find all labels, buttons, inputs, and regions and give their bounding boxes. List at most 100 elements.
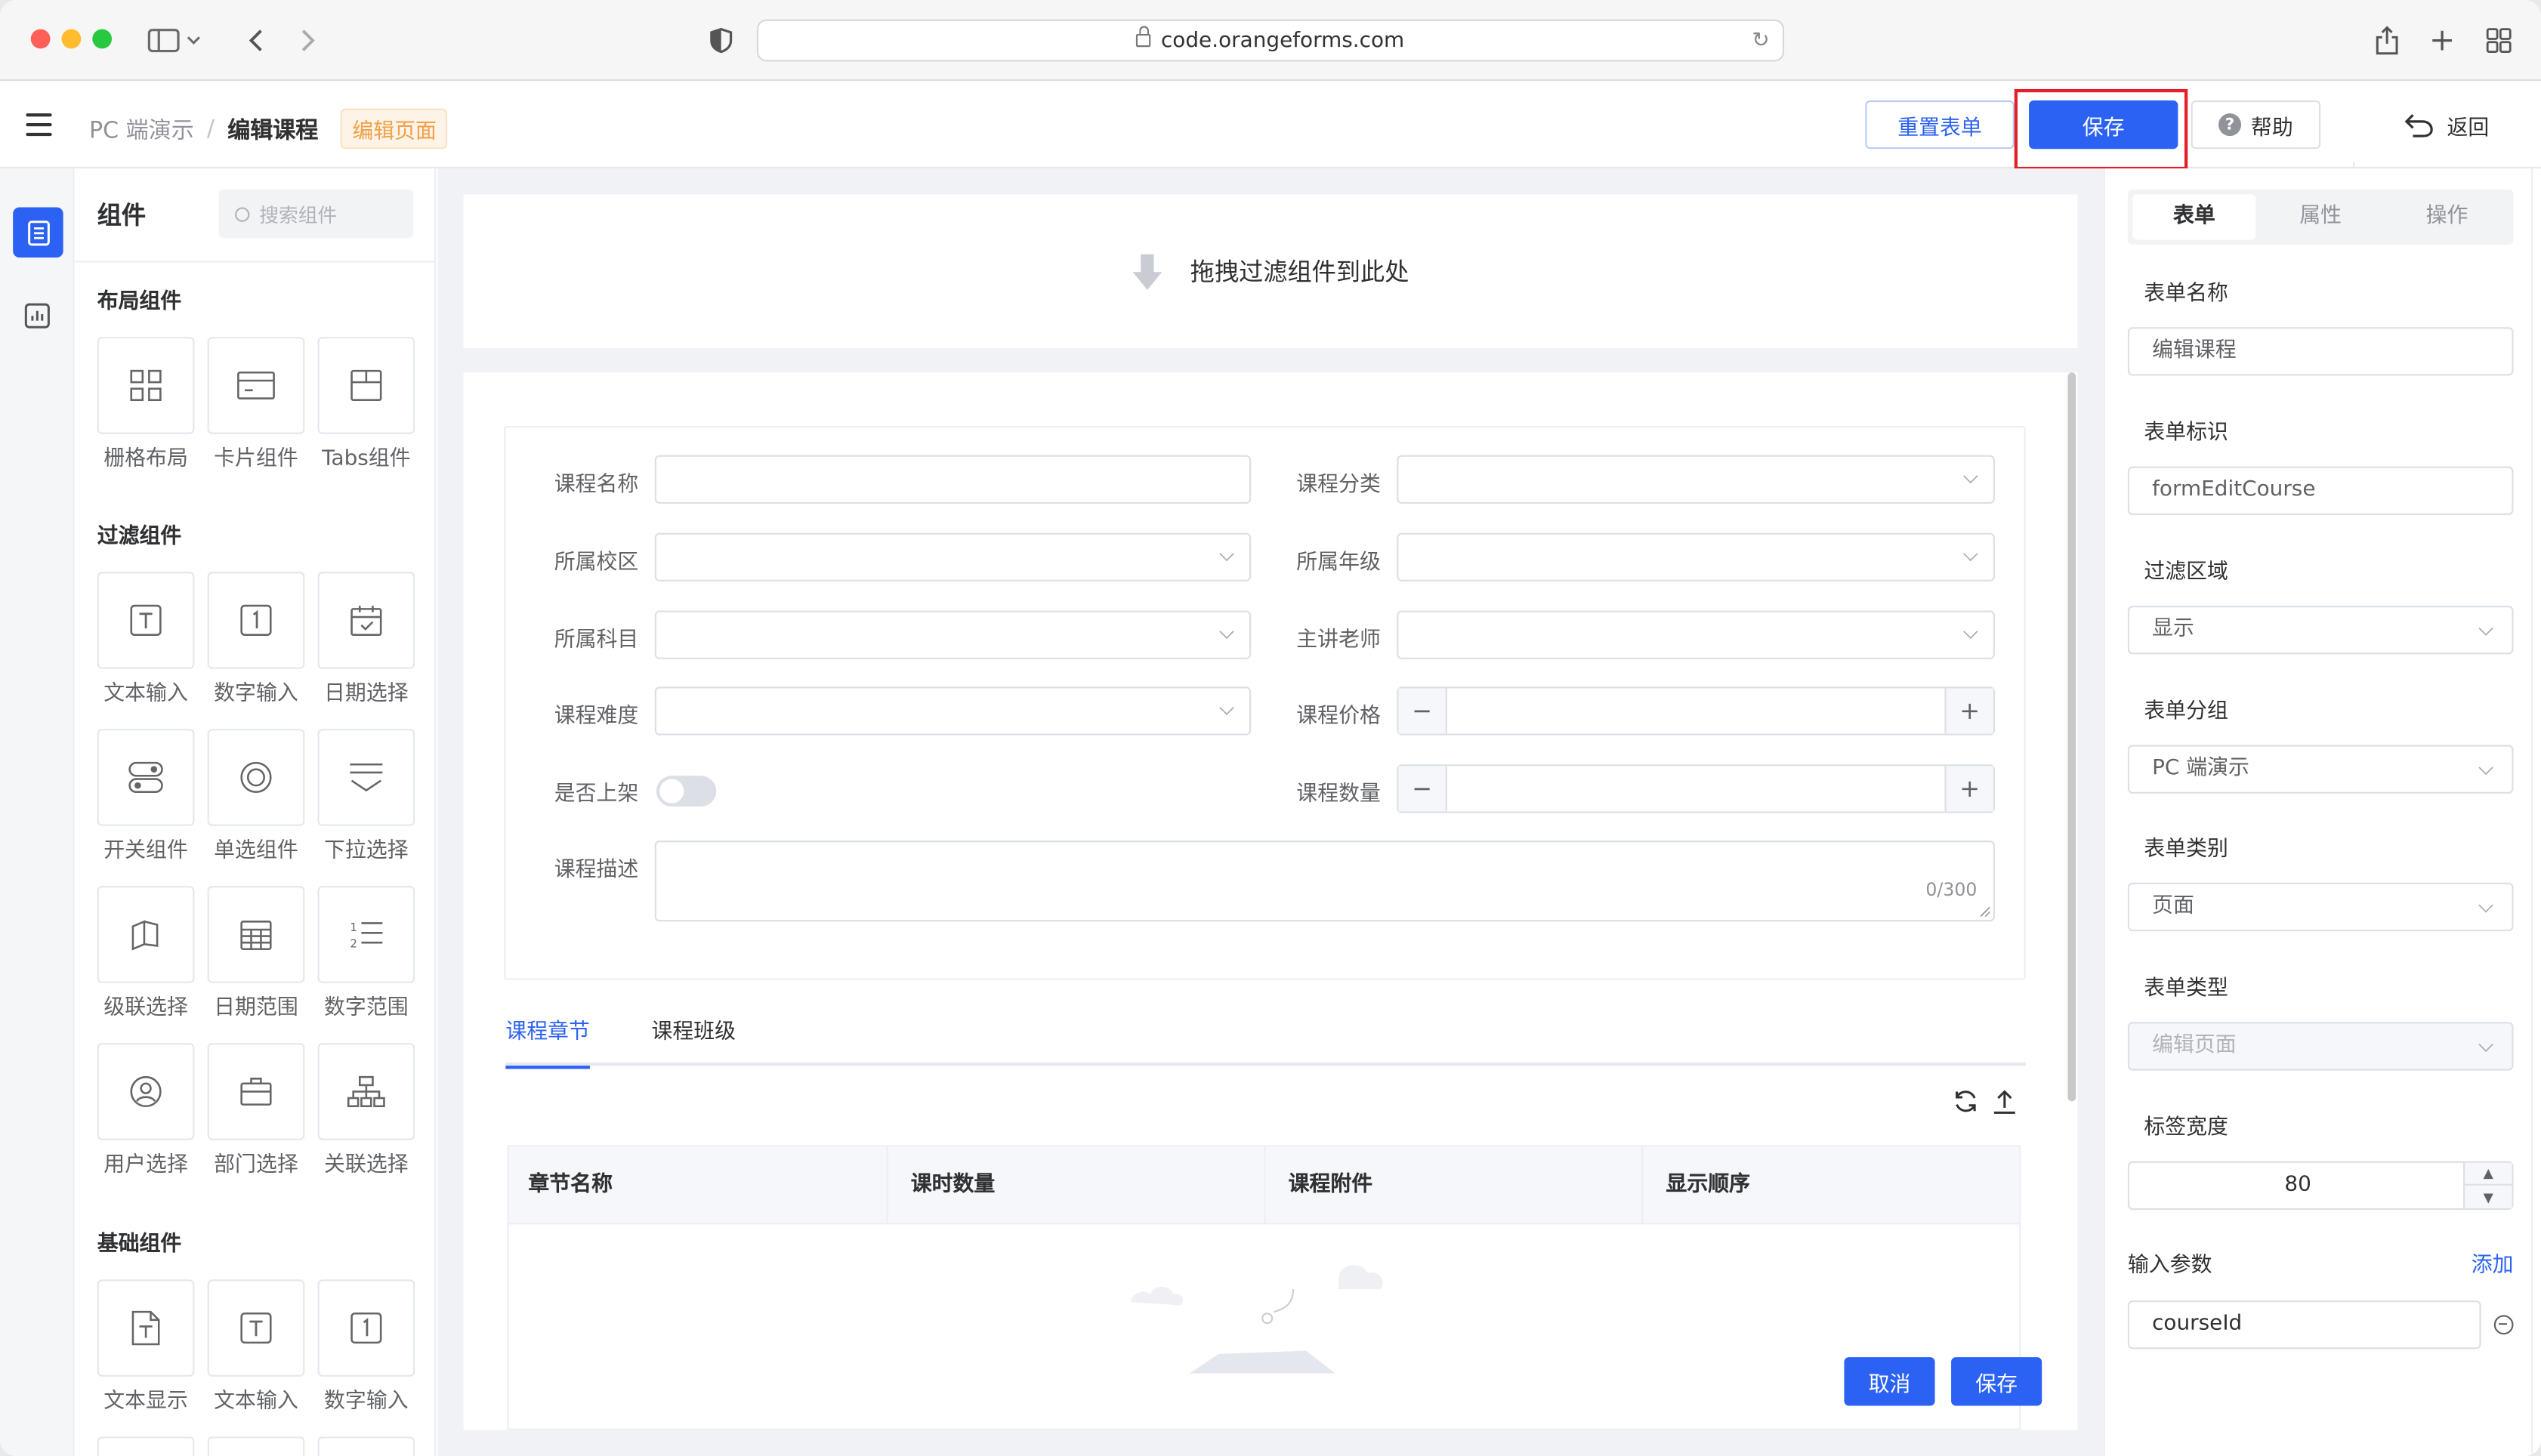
on-shelf-switch[interactable] bbox=[656, 776, 717, 807]
course-category-select[interactable] bbox=[1397, 455, 1995, 504]
cascader-tile[interactable] bbox=[97, 886, 195, 983]
radio-tile[interactable] bbox=[207, 729, 305, 826]
resize-handle-icon[interactable] bbox=[1980, 906, 1990, 917]
label-width-stepper[interactable]: 80 ▲ ▼ bbox=[2127, 1161, 2514, 1211]
form-name-input[interactable]: 编辑课程 bbox=[2127, 327, 2514, 376]
department-select-tile[interactable] bbox=[207, 1043, 305, 1140]
upload-icon[interactable] bbox=[1992, 1088, 2018, 1121]
remove-param-icon[interactable] bbox=[2493, 1315, 2514, 1335]
partial-tile[interactable] bbox=[207, 1436, 305, 1456]
quantity-stepper[interactable]: − + bbox=[1397, 764, 1995, 813]
partial-tile[interactable] bbox=[317, 1436, 415, 1456]
campus-select[interactable] bbox=[654, 532, 1252, 581]
course-name-input[interactable] bbox=[654, 455, 1252, 504]
form-designer-icon[interactable] bbox=[13, 207, 63, 258]
grid-layout-tile[interactable] bbox=[97, 337, 195, 434]
number-range-tile[interactable]: 12 bbox=[317, 886, 415, 983]
canvas-scrollbar[interactable] bbox=[2067, 372, 2076, 1102]
increment-icon[interactable]: ▲ bbox=[2463, 1162, 2512, 1186]
refresh-icon[interactable] bbox=[1953, 1088, 1978, 1121]
column-header[interactable]: 课程附件 bbox=[1266, 1146, 1644, 1225]
back-button[interactable]: 返回 bbox=[2382, 100, 2512, 149]
tile-label: 日期选择 bbox=[324, 681, 409, 707]
tile-label: 用户选择 bbox=[103, 1152, 188, 1178]
form-category-select[interactable]: 页面 bbox=[2127, 882, 2514, 932]
menu-icon[interactable] bbox=[26, 113, 52, 137]
number-input-tile[interactable] bbox=[207, 572, 305, 669]
plus-icon[interactable]: + bbox=[1944, 688, 1993, 734]
switch-tile[interactable] bbox=[97, 729, 195, 826]
minus-icon[interactable]: − bbox=[1398, 688, 1447, 734]
relation-select-tile[interactable] bbox=[317, 1043, 415, 1140]
date-picker-tile[interactable] bbox=[317, 572, 415, 669]
grade-select[interactable] bbox=[1397, 532, 1995, 581]
price-stepper[interactable]: − + bbox=[1397, 686, 1995, 736]
field-label-grade: 所属年级 bbox=[1296, 551, 1381, 575]
form-type-value: 编辑页面 bbox=[2152, 1033, 2237, 1058]
component-search-input[interactable]: 搜索组件 bbox=[218, 189, 414, 239]
tab-course-classes[interactable]: 课程班级 bbox=[651, 1017, 736, 1066]
maximize-window-icon[interactable] bbox=[92, 29, 113, 49]
number-input-basic-tile[interactable] bbox=[317, 1279, 415, 1377]
column-header[interactable]: 显示顺序 bbox=[1643, 1146, 2021, 1224]
chevron-down-icon bbox=[1963, 468, 1978, 484]
field-label-course-name: 课程名称 bbox=[554, 473, 639, 498]
difficulty-select[interactable] bbox=[654, 686, 1252, 736]
form-group-value: PC 端演示 bbox=[2152, 756, 2249, 781]
address-bar[interactable]: code.orangeforms.com ↻ bbox=[756, 19, 1785, 62]
department-icon bbox=[240, 1078, 272, 1106]
decrement-icon[interactable]: ▼ bbox=[2463, 1185, 2512, 1208]
tab-actions[interactable]: 操作 bbox=[2385, 194, 2509, 239]
form-group-select[interactable]: PC 端演示 bbox=[2127, 745, 2514, 794]
lock-icon bbox=[1136, 26, 1152, 48]
help-button[interactable]: ? 帮助 bbox=[2191, 100, 2321, 150]
tab-overview-icon[interactable] bbox=[2479, 21, 2518, 60]
tab-attributes[interactable]: 属性 bbox=[2259, 194, 2382, 239]
chart-designer-icon[interactable] bbox=[20, 298, 55, 334]
shield-icon[interactable] bbox=[702, 21, 740, 60]
minus-icon[interactable]: − bbox=[1398, 766, 1447, 812]
plus-icon[interactable]: + bbox=[1944, 766, 1993, 812]
forward-nav-icon[interactable] bbox=[289, 21, 327, 60]
breadcrumb-root[interactable]: PC 端演示 bbox=[89, 113, 194, 145]
form-group-label: 表单分组 bbox=[2144, 699, 2228, 724]
close-window-icon[interactable] bbox=[30, 29, 51, 49]
save-form-button[interactable]: 保存 bbox=[1951, 1357, 2042, 1406]
share-icon[interactable] bbox=[2367, 21, 2406, 60]
breadcrumb-separator: / bbox=[206, 116, 215, 142]
dropdown-icon bbox=[350, 763, 383, 792]
radio-icon bbox=[240, 761, 272, 793]
column-header[interactable]: 课时数量 bbox=[888, 1146, 1266, 1225]
description-textarea[interactable]: 0/300 bbox=[654, 841, 1995, 922]
section-title-layout: 布局组件 bbox=[97, 289, 182, 315]
form-id-input[interactable]: formEditCourse bbox=[2127, 466, 2514, 515]
form-type-select[interactable]: 编辑页面 bbox=[2127, 1022, 2514, 1071]
subject-select[interactable] bbox=[654, 610, 1252, 659]
param-input[interactable]: courseId bbox=[2127, 1300, 2481, 1350]
text-display-tile[interactable] bbox=[97, 1279, 195, 1377]
card-component-tile[interactable] bbox=[207, 337, 305, 434]
user-select-tile[interactable] bbox=[97, 1043, 195, 1140]
sidebar-toggle-icon[interactable] bbox=[143, 21, 208, 60]
cascader-icon bbox=[131, 920, 159, 951]
minimize-window-icon[interactable] bbox=[61, 29, 82, 49]
text-input-tile[interactable] bbox=[97, 572, 195, 669]
back-nav-icon[interactable] bbox=[236, 21, 275, 60]
tab-course-chapters[interactable]: 课程章节 bbox=[505, 1017, 590, 1069]
teacher-select[interactable] bbox=[1397, 610, 1995, 659]
column-header[interactable]: 章节名称 bbox=[509, 1146, 888, 1225]
date-range-tile[interactable] bbox=[207, 886, 305, 983]
new-tab-icon[interactable] bbox=[2422, 21, 2461, 60]
reload-icon[interactable]: ↻ bbox=[1752, 29, 1769, 54]
cancel-button[interactable]: 取消 bbox=[1844, 1357, 1935, 1406]
tabs-component-tile[interactable] bbox=[317, 337, 415, 434]
tab-form[interactable]: 表单 bbox=[2132, 194, 2256, 240]
text-input-basic-tile[interactable] bbox=[207, 1279, 305, 1377]
filter-area-select[interactable]: 显示 bbox=[2127, 606, 2514, 655]
help-label: 帮助 bbox=[2250, 116, 2293, 140]
add-param-link[interactable]: 添加 bbox=[2472, 1247, 2514, 1278]
partial-tile[interactable] bbox=[97, 1436, 195, 1456]
filter-drop-zone[interactable]: 拖拽过滤组件到此处 bbox=[463, 194, 2078, 349]
dropdown-tile[interactable] bbox=[317, 729, 415, 826]
reset-form-button[interactable]: 重置表单 bbox=[1865, 100, 2015, 150]
